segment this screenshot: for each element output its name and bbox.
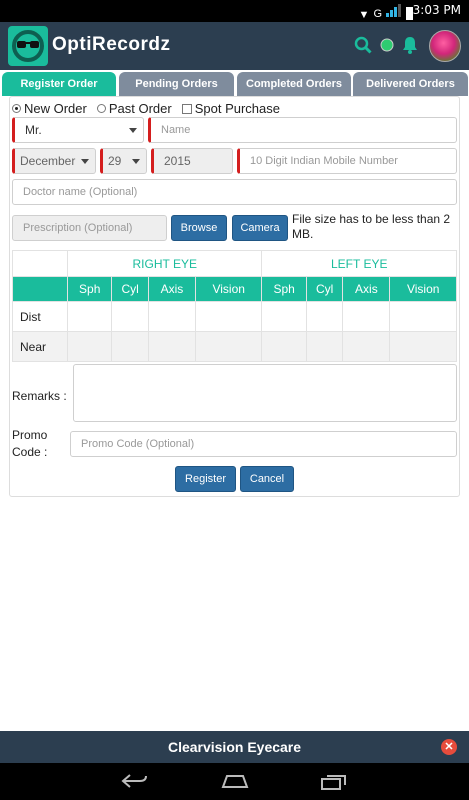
network-type: G <box>373 8 382 20</box>
left-eye-header: LEFT EYE <box>261 250 457 277</box>
grid-cell[interactable] <box>66 301 113 332</box>
promo-code-input[interactable]: Promo Code (Optional) <box>70 431 457 457</box>
clock: 3:03 PM <box>412 3 461 17</box>
grid-cell[interactable] <box>305 301 344 332</box>
prescription-grid: RIGHT EYE LEFT EYE Sph Cyl Axis Vision S… <box>12 250 457 362</box>
grid-cell[interactable] <box>342 331 391 362</box>
signal-strength-icon <box>386 4 402 20</box>
year-input[interactable]: 2015 <box>151 148 233 174</box>
radio-icon[interactable] <box>12 104 21 113</box>
tab-register-order[interactable]: Register Order <box>2 72 116 96</box>
grid-cell[interactable] <box>194 331 263 362</box>
prescription-input[interactable]: Prescription (Optional) <box>12 215 167 241</box>
recent-apps-icon[interactable] <box>320 773 348 796</box>
order-tabs: Register Order Pending Orders Completed … <box>0 72 469 96</box>
checkbox-icon[interactable] <box>181 103 192 114</box>
grid-cell[interactable] <box>389 301 457 332</box>
doctor-name-input[interactable]: Doctor name (Optional) <box>12 179 457 205</box>
avatar[interactable] <box>429 30 461 62</box>
grid-cell[interactable] <box>111 331 149 362</box>
row-label-near: Near <box>12 331 68 362</box>
back-icon[interactable] <box>120 773 148 794</box>
app-logo[interactable] <box>8 26 48 66</box>
wifi-icon: ▼ <box>358 9 370 21</box>
tab-completed-orders[interactable]: Completed Orders <box>237 72 351 96</box>
mobile-number-input[interactable]: 10 Digit Indian Mobile Number <box>237 148 457 174</box>
online-status-icon <box>380 38 394 57</box>
app-title: OptiRecordz <box>52 34 171 55</box>
column-sph: Sph <box>261 276 307 302</box>
row-label-dist: Dist <box>12 301 68 332</box>
table-row: Near <box>12 331 457 362</box>
grid-cell[interactable] <box>147 331 196 362</box>
close-icon[interactable]: ✕ <box>441 739 457 755</box>
system-nav-bar <box>0 763 469 800</box>
tab-delivered-orders[interactable]: Delivered Orders <box>353 72 468 96</box>
new-order-option[interactable]: New Order <box>12 101 87 116</box>
name-input[interactable]: Name <box>148 117 457 143</box>
right-eye-header: RIGHT EYE <box>66 250 263 277</box>
home-icon[interactable] <box>220 773 250 794</box>
remarks-textarea[interactable] <box>73 364 457 422</box>
store-footer: Clearvision Eyecare ✕ <box>0 731 469 763</box>
column-axis: Axis <box>342 276 391 302</box>
grid-cell[interactable] <box>261 331 307 362</box>
grid-cell[interactable] <box>66 331 113 362</box>
column-cyl: Cyl <box>305 276 344 302</box>
column-cyl: Cyl <box>111 276 149 302</box>
register-button[interactable]: Register <box>175 466 236 492</box>
title-select[interactable]: Mr. <box>12 117 144 143</box>
column-axis: Axis <box>147 276 196 302</box>
eye-header-row: RIGHT EYE LEFT EYE <box>12 250 457 277</box>
grid-cell[interactable] <box>389 331 457 362</box>
grid-cell[interactable] <box>261 301 307 332</box>
chevron-down-icon <box>129 128 137 133</box>
grid-cell[interactable] <box>194 301 263 332</box>
column-vision: Vision <box>389 276 457 302</box>
chevron-down-icon <box>132 159 140 164</box>
day-select[interactable]: 29 <box>100 148 147 174</box>
file-size-note: File size has to be less than 2 MB. <box>292 212 451 241</box>
chevron-down-icon <box>81 159 89 164</box>
past-order-option[interactable]: Past Order <box>96 101 172 116</box>
bell-icon[interactable] <box>401 35 419 60</box>
grid-cell[interactable] <box>111 301 149 332</box>
order-type-options: New Order Past Order Spot Purchase <box>12 101 290 116</box>
tab-pending-orders[interactable]: Pending Orders <box>119 72 234 96</box>
cancel-button[interactable]: Cancel <box>240 466 294 492</box>
grid-corner <box>12 276 68 302</box>
grid-cell[interactable] <box>305 331 344 362</box>
signal-indicators: ▼ G <box>358 4 413 21</box>
camera-button[interactable]: Camera <box>232 215 288 241</box>
column-sph: Sph <box>66 276 113 302</box>
month-select[interactable]: December <box>12 148 96 174</box>
store-name: Clearvision Eyecare <box>167 739 302 755</box>
search-icon[interactable] <box>354 36 372 59</box>
promo-label-line2: Code : <box>12 445 48 459</box>
column-header-row: Sph Cyl Axis Vision Sph Cyl Axis Vision <box>12 276 457 302</box>
remarks-label: Remarks : <box>12 389 67 403</box>
grid-cell[interactable] <box>342 301 391 332</box>
grid-cell[interactable] <box>147 301 196 332</box>
grid-corner <box>12 250 68 277</box>
radio-icon[interactable] <box>96 104 106 113</box>
promo-label-line1: Promo <box>12 428 48 442</box>
column-vision: Vision <box>194 276 263 302</box>
table-row: Dist <box>12 301 457 332</box>
browse-button[interactable]: Browse <box>171 215 227 241</box>
app-header: OptiRecordz <box>0 22 469 70</box>
status-bar: ▼ G 3:03 PM <box>0 0 469 22</box>
spot-purchase-option[interactable]: Spot Purchase <box>181 101 280 116</box>
